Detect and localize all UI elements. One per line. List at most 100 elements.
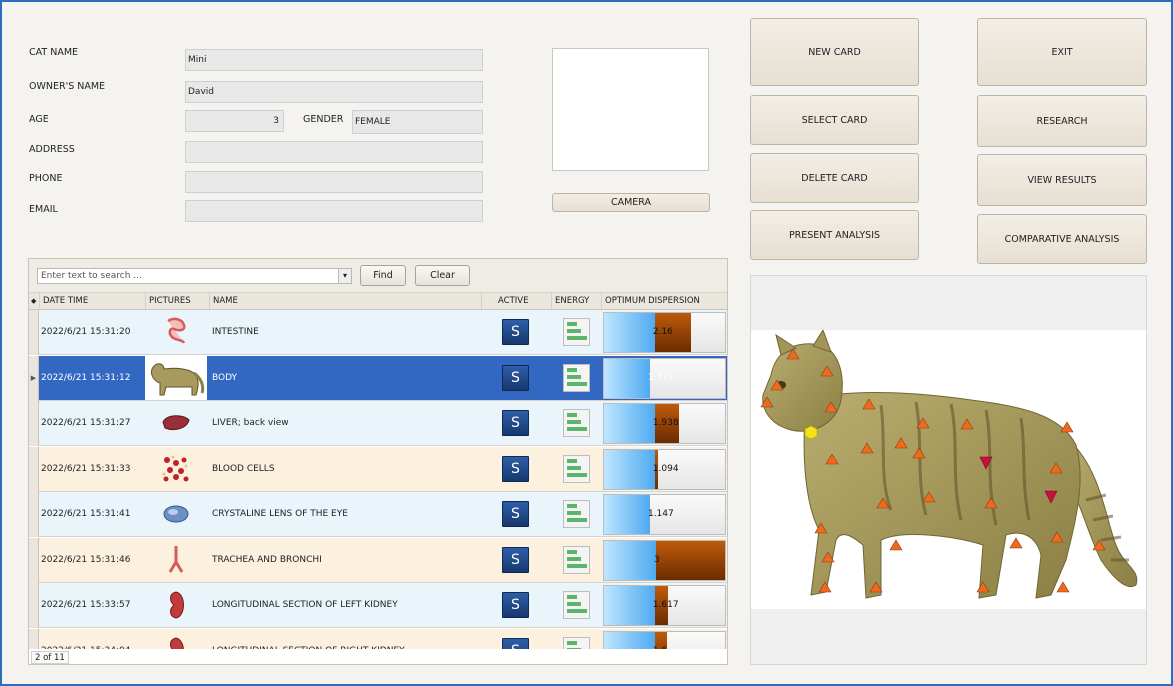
row-datetime: 2022/6/21 15:31:27 (41, 418, 131, 428)
cat-name-field[interactable]: Mini (185, 49, 483, 71)
kidney-thumbnail (145, 583, 207, 627)
energy-icon[interactable] (563, 636, 590, 650)
address-field[interactable] (185, 141, 483, 163)
email-field[interactable] (185, 200, 483, 222)
lens-thumbnail (145, 492, 207, 536)
phone-field[interactable] (185, 171, 483, 193)
active-s-button[interactable]: S (502, 455, 529, 482)
active-s-button[interactable]: S (502, 501, 529, 527)
dispersion-bar: 1.6 (603, 630, 726, 651)
dispersion-bar: 1.938 (603, 403, 726, 444)
col-name[interactable]: NAME (209, 293, 481, 310)
exit-button[interactable]: EXIT (977, 18, 1147, 86)
blood-thumbnail (145, 447, 207, 491)
dispersion-bar: 1.147 (603, 494, 726, 535)
row-name: LIVER; back view (212, 418, 289, 428)
grid-rows: 2022/6/21 15:31:20 INTESTINE S 2.16 ▶ 2022/6/… (29, 310, 727, 650)
energy-icon[interactable] (563, 454, 590, 483)
table-row[interactable]: 2022/6/21 15:33:57 LONGITUDINAL SECTION O… (29, 583, 727, 628)
liver-thumbnail (145, 401, 207, 445)
row-datetime: 2022/6/21 15:31:12 (41, 372, 131, 383)
active-s-button[interactable]: S (502, 319, 529, 345)
row-name: BLOOD CELLS (212, 463, 275, 474)
header-corner-icon: ◆ (31, 297, 37, 305)
camera-button[interactable]: CAMERA (552, 193, 710, 212)
research-button[interactable]: RESEARCH (977, 95, 1147, 147)
dispersion-value: 1.094 (652, 463, 679, 474)
row-indicator[interactable] (29, 628, 39, 650)
dispersion-bar: 2.16 (603, 312, 726, 353)
new-card-button[interactable]: NEW CARD (750, 18, 919, 86)
row-name: CRYSTALINE LENS OF THE EYE (212, 509, 348, 519)
results-grid: Enter text to search ... ▾ Find Clear ◆ … (28, 258, 728, 665)
dispersion-value: 1.617 (652, 600, 679, 610)
active-s-button[interactable]: S (502, 410, 529, 436)
dispersion-value: 1.147 (647, 509, 674, 519)
find-button[interactable]: Find (360, 265, 406, 286)
col-energy[interactable]: ENERGY (551, 293, 601, 310)
dispersion-value: 1.771 (647, 372, 674, 383)
present-analysis-button[interactable]: PRESENT ANALYSIS (750, 210, 919, 260)
delete-card-button[interactable]: DELETE CARD (750, 153, 919, 203)
energy-icon[interactable] (563, 545, 590, 574)
trachea-thumbnail (145, 538, 207, 582)
cat-thumbnail (145, 355, 207, 400)
active-s-button[interactable]: S (502, 592, 529, 618)
search-input[interactable]: Enter text to search ... (37, 268, 351, 284)
dispersion-bar: 1.617 (603, 585, 726, 626)
dispersion-bar: 3 (603, 539, 726, 581)
select-card-button[interactable]: SELECT CARD (750, 95, 919, 145)
view-results-button[interactable]: VIEW RESULTS (977, 154, 1147, 206)
table-row[interactable]: 2022/6/21 15:31:33 BLOOD CELLS S 1.094 (29, 446, 727, 492)
col-dispersion[interactable]: OPTIMUM DISPERSION (601, 293, 727, 310)
dispersion-value: 1.938 (652, 418, 679, 428)
row-datetime: 2022/6/21 15:31:33 (41, 463, 131, 474)
table-row[interactable]: 2022/6/21 15:31:41 CRYSTALINE LENS OF THE… (29, 492, 727, 537)
row-datetime: 2022/6/21 15:33:57 (41, 600, 131, 610)
owner-name-label: OWNER'S NAME (29, 81, 106, 92)
table-row[interactable]: 2022/6/21 15:31:20 INTESTINE S 2.16 (29, 310, 727, 355)
age-field[interactable]: 3 (185, 110, 284, 132)
dispersion-value: 2.16 (652, 327, 673, 337)
row-name: LONGITUDINAL SECTION OF RIGHT KIDNEY (212, 629, 482, 651)
cat-diagram-panel (750, 275, 1147, 665)
gender-label: GENDER (303, 114, 344, 125)
table-row[interactable]: 2022/6/21 15:34:04 LONGITUDINAL SECTION O… (29, 628, 727, 651)
table-row[interactable]: 2022/6/21 15:31:46 TRACHEA AND BRONCHI S 3 (29, 537, 727, 583)
row-indicator[interactable] (29, 310, 39, 355)
comparative-analysis-button[interactable]: COMPARATIVE ANALYSIS (977, 214, 1147, 264)
address-label: ADDRESS (29, 144, 75, 155)
row-name: BODY (212, 372, 238, 383)
chevron-down-icon[interactable]: ▾ (338, 268, 352, 284)
row-indicator[interactable] (29, 583, 39, 628)
col-active[interactable]: ACTIVE (481, 293, 551, 310)
row-indicator[interactable] (29, 537, 39, 583)
energy-icon[interactable] (563, 500, 590, 528)
row-indicator[interactable] (29, 492, 39, 537)
table-row[interactable]: 2022/6/21 15:31:27 LIVER; back view S 1.938 (29, 401, 727, 446)
energy-icon[interactable] (563, 318, 590, 346)
row-indicator[interactable]: ▶ (29, 355, 39, 401)
row-datetime: 2022/6/21 15:31:46 (41, 554, 131, 565)
row-indicator[interactable] (29, 446, 39, 492)
energy-icon[interactable] (563, 363, 590, 392)
col-datetime[interactable]: DATE TIME (39, 293, 145, 310)
pager: 2 of 11 (31, 651, 69, 664)
table-row[interactable]: ▶ 2022/6/21 15:31:12 BODY S 1.771 (29, 355, 727, 401)
gender-field[interactable]: FEMALE (352, 110, 483, 134)
owner-name-field[interactable]: David (185, 81, 483, 103)
row-name: TRACHEA AND BRONCHI (212, 554, 322, 565)
age-label: AGE (29, 114, 49, 125)
row-name: INTESTINE (212, 327, 259, 337)
clear-button[interactable]: Clear (415, 265, 470, 286)
row-datetime: 2022/6/21 15:34:04 (41, 629, 145, 651)
active-s-button[interactable]: S (502, 364, 529, 391)
col-pictures[interactable]: PICTURES (145, 293, 209, 310)
dispersion-value: 1.6 (653, 632, 667, 651)
row-indicator[interactable] (29, 401, 39, 446)
photo-preview (552, 48, 709, 171)
energy-icon[interactable] (563, 591, 590, 619)
dispersion-value: 3 (654, 554, 660, 565)
energy-icon[interactable] (563, 409, 590, 437)
active-s-button[interactable]: S (502, 546, 529, 573)
